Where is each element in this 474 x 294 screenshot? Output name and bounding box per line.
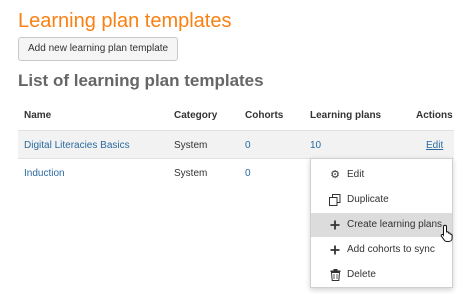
page-title: Learning plan templates: [18, 10, 232, 32]
menu-item-create-learning-plans[interactable]: Create learning plans: [311, 213, 452, 237]
menu-item-label: Edit: [347, 169, 365, 180]
menu-item-delete[interactable]: Delete: [311, 263, 452, 287]
template-name-link[interactable]: Induction: [24, 168, 65, 179]
hand-cursor-icon: [440, 224, 453, 242]
header-category: Category: [174, 110, 218, 121]
plus-icon: [329, 244, 341, 256]
menu-item-edit[interactable]: ⚙ Edit: [311, 163, 452, 187]
template-name-link[interactable]: Digital Literacies Basics: [24, 140, 130, 151]
category-cell: System: [174, 168, 208, 179]
menu-item-label: Create learning plans: [347, 219, 443, 230]
section-title: List of learning plan templates: [18, 71, 264, 90]
learning-plans-link[interactable]: 10: [310, 140, 321, 151]
add-template-button[interactable]: Add new learning plan template: [18, 37, 179, 61]
plus-icon: [329, 219, 341, 231]
copy-icon: [329, 194, 341, 206]
menu-item-label: Add cohorts to sync: [347, 244, 435, 255]
header-name: Name: [24, 110, 52, 121]
menu-item-label: Duplicate: [347, 194, 389, 205]
menu-item-label: Delete: [347, 269, 376, 280]
header-actions: Actions: [416, 110, 453, 121]
actions-dropdown-menu: ⚙ Edit Duplicate Create learning plans A…: [310, 158, 453, 288]
header-cohorts: Cohorts: [245, 110, 284, 121]
trash-icon: [329, 269, 341, 281]
menu-item-add-cohorts[interactable]: Add cohorts to sync: [311, 238, 452, 262]
gear-icon: ⚙: [330, 169, 340, 181]
edit-menu-toggle[interactable]: Edit: [426, 140, 443, 151]
menu-item-duplicate[interactable]: Duplicate: [311, 188, 452, 212]
cohorts-link[interactable]: 0: [245, 168, 251, 179]
header-learning-plans: Learning plans: [310, 110, 382, 121]
table-row: Digital Literacies Basics System 0 10 Ed…: [18, 130, 454, 158]
cohorts-link[interactable]: 0: [245, 140, 251, 151]
category-cell: System: [174, 140, 208, 151]
